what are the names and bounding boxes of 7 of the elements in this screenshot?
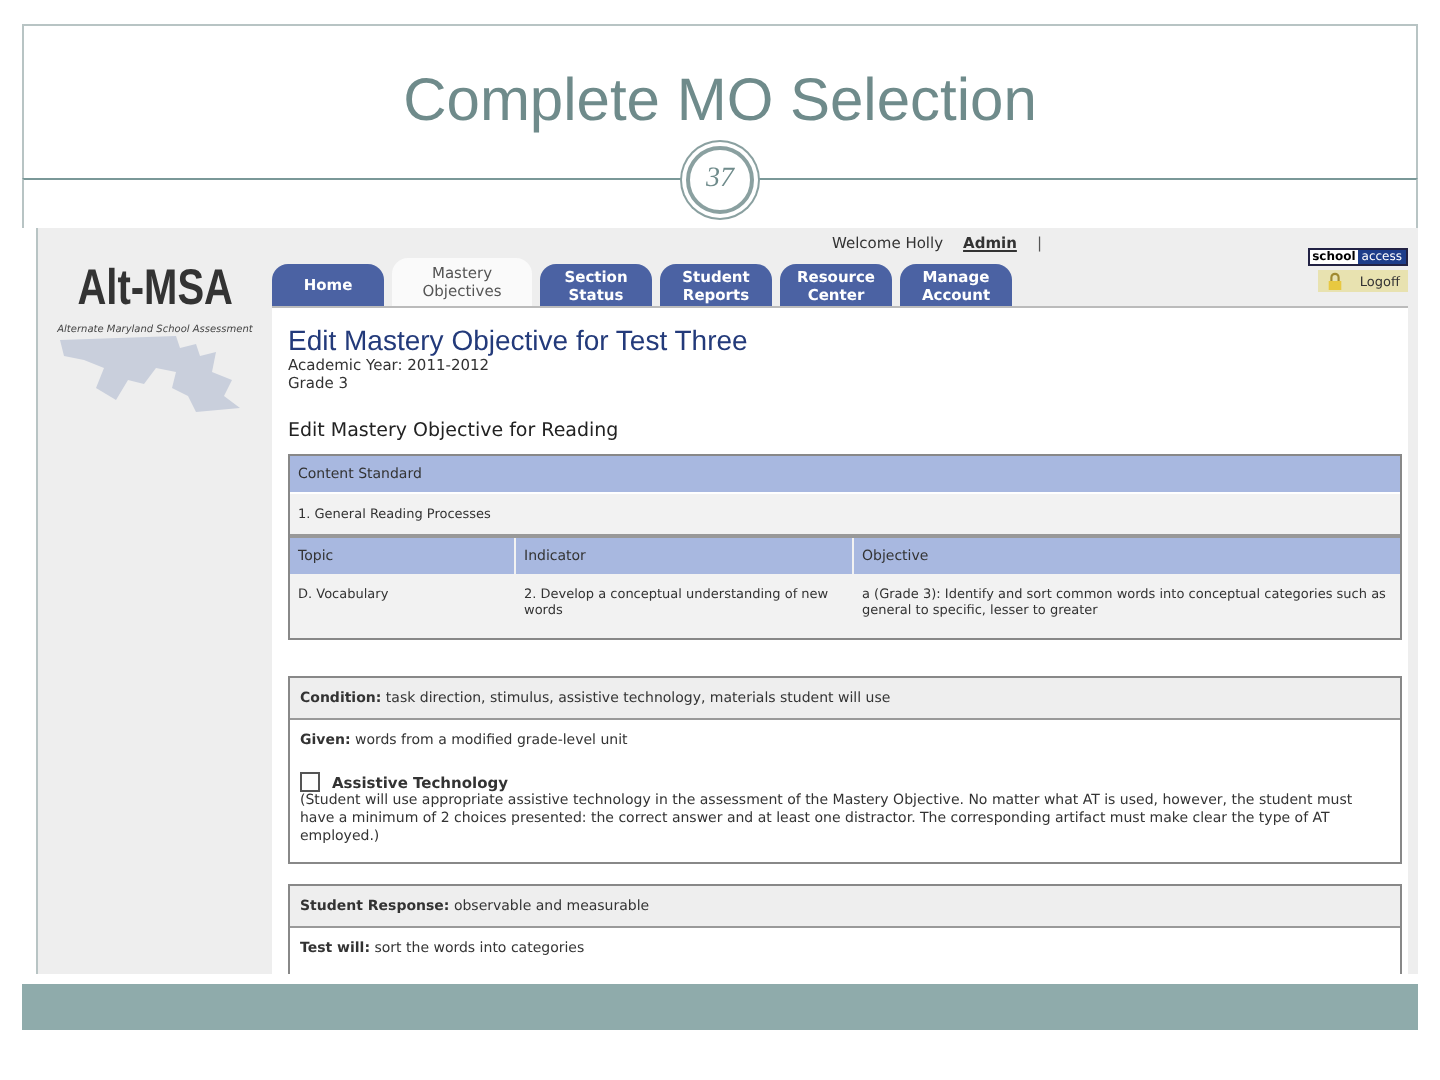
lock-icon [1325,272,1344,290]
logo-text: Alt-MSA [77,260,233,318]
section-title: Edit Mastery Objective for Reading [288,420,621,442]
checkbox[interactable] [300,772,320,792]
page-title: Edit Mastery Objective for Test Three [288,324,750,356]
slide-title: Complete MO Selection [403,68,1037,136]
page-number: 37 [686,146,754,214]
